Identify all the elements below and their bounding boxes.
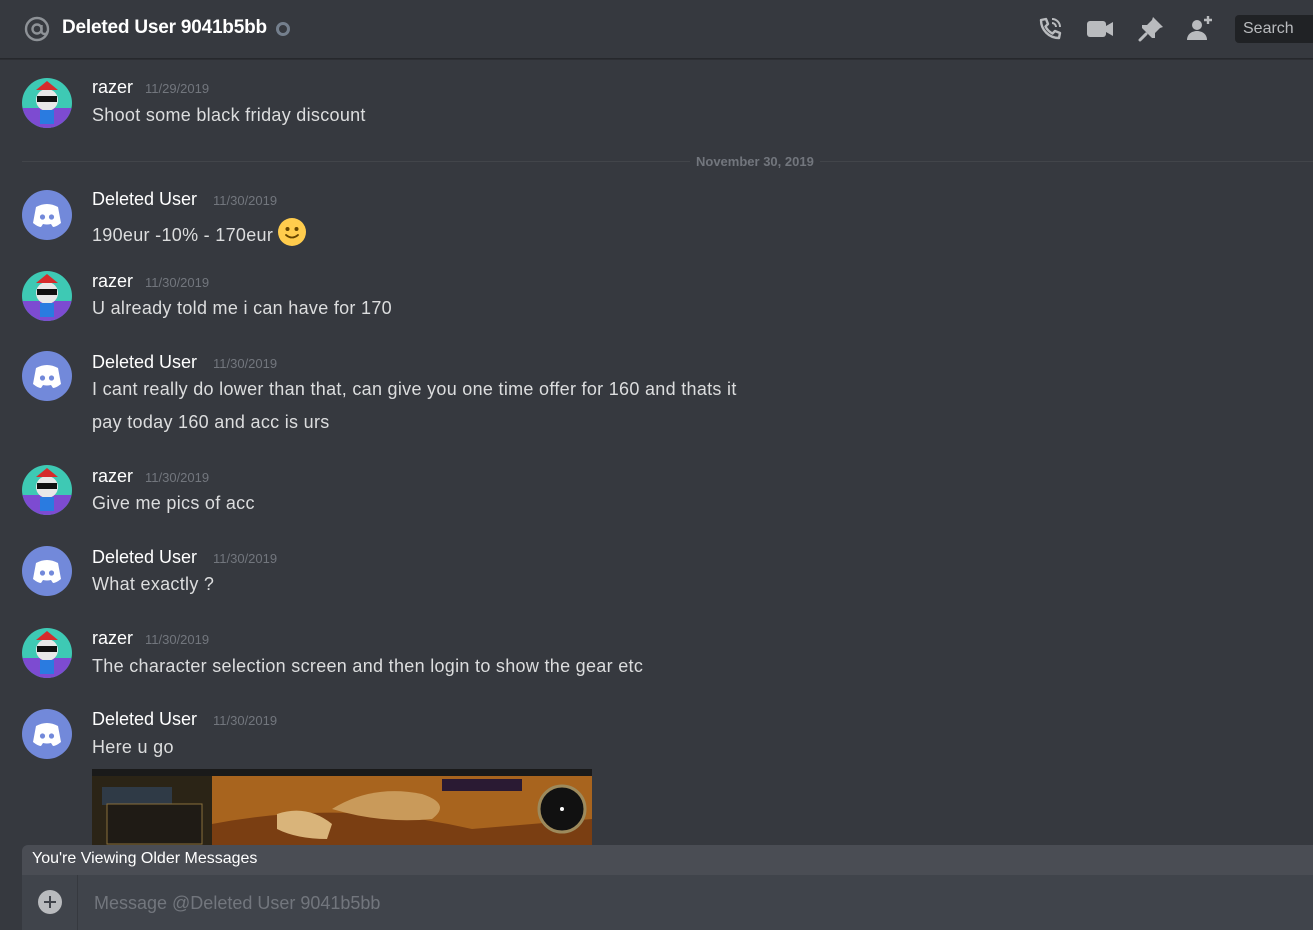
- discord-logo-icon: [33, 723, 61, 746]
- message-author[interactable]: Deleted User: [92, 352, 197, 373]
- search-input[interactable]: Search: [1235, 15, 1313, 43]
- message-text: What exactly ?: [92, 574, 215, 594]
- add-attachment-icon[interactable]: [38, 890, 62, 914]
- message-timestamp: 11/30/2019: [145, 275, 210, 290]
- at-icon: [24, 16, 50, 42]
- message-author[interactable]: razer: [92, 466, 133, 487]
- message-input[interactable]: [92, 889, 1196, 917]
- game-screenshot-image[interactable]: [92, 769, 592, 845]
- discord-logo-icon: [33, 204, 61, 227]
- message-timestamp: 11/30/2019: [145, 632, 210, 647]
- message-timestamp: 11/30/2019: [213, 551, 278, 566]
- avatar[interactable]: [22, 351, 72, 401]
- add-friend-icon[interactable]: [1185, 14, 1215, 44]
- search-placeholder: Search: [1243, 20, 1294, 37]
- call-icon[interactable]: [1035, 14, 1065, 44]
- message-author[interactable]: razer: [92, 77, 133, 98]
- video-icon[interactable]: [1085, 14, 1115, 44]
- message-composer: [22, 875, 1313, 930]
- viewing-older-messages-bar[interactable]: You're Viewing Older Messages: [22, 845, 1313, 875]
- message-timestamp: 11/29/2019: [145, 81, 210, 96]
- older-messages-notice: You're Viewing Older Messages: [32, 850, 258, 867]
- message-text: pay today 160 and acc is urs: [92, 412, 330, 432]
- composer-divider: [77, 875, 78, 930]
- message-author[interactable]: razer: [92, 271, 133, 292]
- date-divider-label: November 30, 2019: [690, 154, 820, 169]
- message-text: U already told me i can have for 170: [92, 298, 392, 318]
- message-timestamp: 11/30/2019: [213, 713, 278, 728]
- message-list[interactable]: razer 11/29/2019 Shoot some black friday…: [0, 60, 1313, 845]
- date-divider: [22, 161, 1313, 162]
- message-text: Shoot some black friday discount: [92, 105, 366, 125]
- message-text: The character selection screen and then …: [92, 656, 644, 676]
- message-timestamp: 11/30/2019: [145, 470, 210, 485]
- dm-title: Deleted User 9041b5bb: [62, 17, 267, 38]
- avatar[interactable]: [22, 465, 72, 515]
- avatar[interactable]: [22, 628, 72, 678]
- channel-header: Deleted User 9041b5bb Search: [0, 0, 1313, 59]
- message-timestamp: 11/30/2019: [213, 193, 278, 208]
- pin-icon[interactable]: [1136, 14, 1166, 44]
- message-author[interactable]: Deleted User: [92, 709, 197, 730]
- status-offline-icon: [276, 22, 290, 36]
- avatar[interactable]: [22, 78, 72, 128]
- message-text-content: 190eur -10% - 170eur: [92, 225, 274, 245]
- avatar[interactable]: [22, 271, 72, 321]
- message-text: 190eur -10% - 170eur: [92, 217, 307, 247]
- message-text: Give me pics of acc: [92, 493, 255, 513]
- avatar[interactable]: [22, 546, 72, 596]
- avatar[interactable]: [22, 190, 72, 240]
- message-author[interactable]: Deleted User: [92, 547, 197, 568]
- message-author[interactable]: Deleted User: [92, 189, 197, 210]
- message-text: Here u go: [92, 737, 174, 757]
- slightly-smiling-face-icon[interactable]: [277, 217, 307, 247]
- message-text: I cant really do lower than that, can gi…: [92, 379, 737, 399]
- discord-logo-icon: [33, 365, 61, 388]
- message-author[interactable]: razer: [92, 628, 133, 649]
- message-timestamp: 11/30/2019: [213, 356, 278, 371]
- avatar[interactable]: [22, 709, 72, 759]
- discord-logo-icon: [33, 560, 61, 583]
